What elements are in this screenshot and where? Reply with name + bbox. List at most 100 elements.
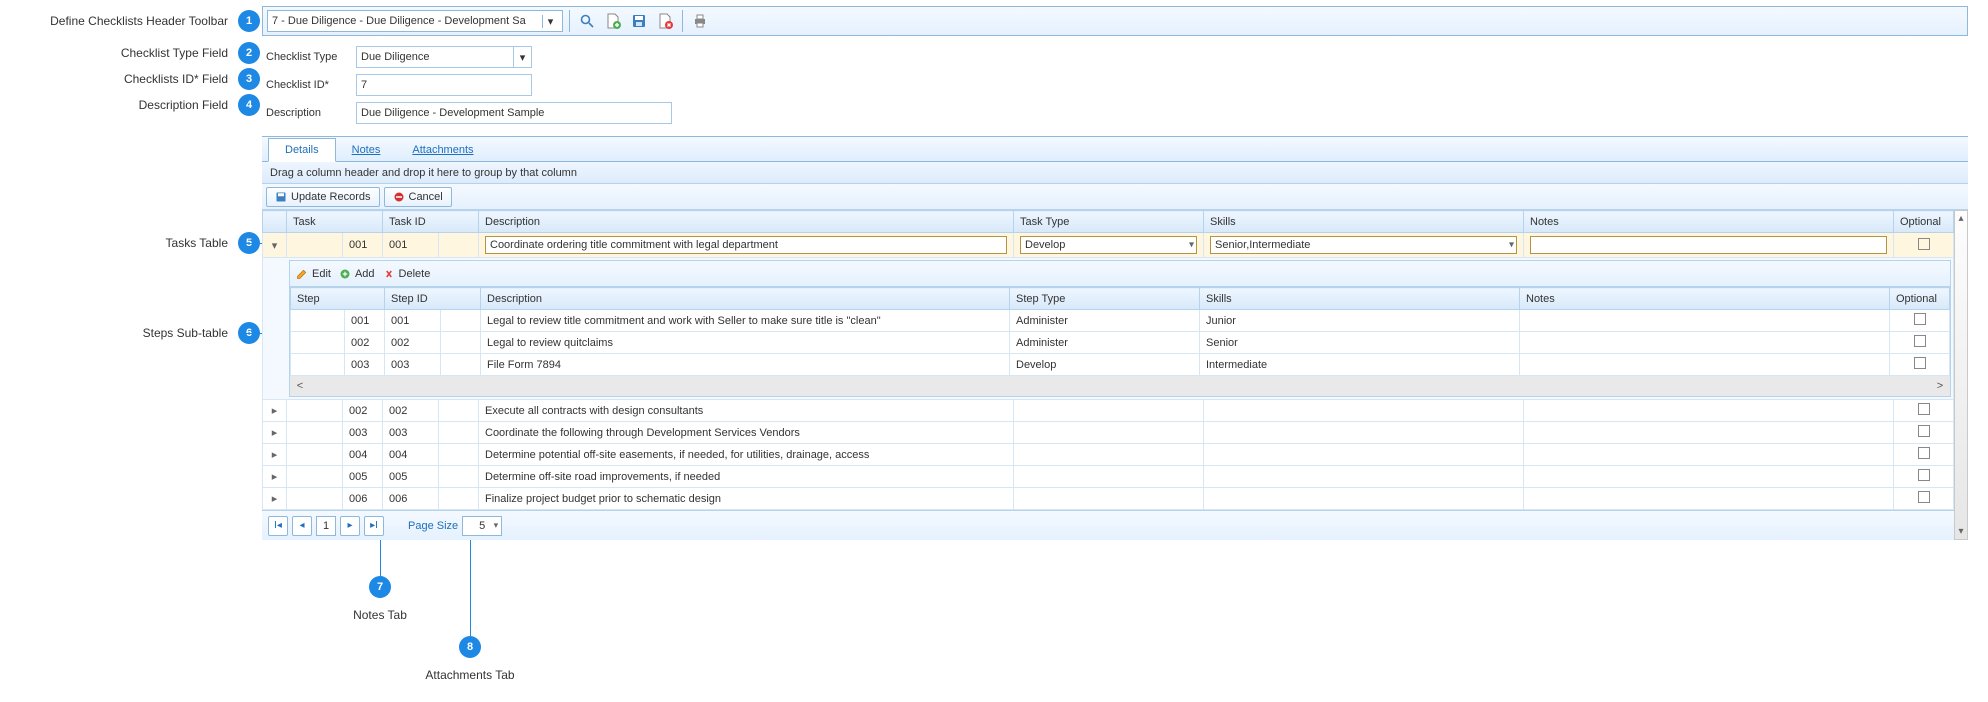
page-size-select[interactable]: 5▾ bbox=[462, 516, 502, 536]
col-skills[interactable]: Skills bbox=[1204, 211, 1524, 233]
group-by-hint[interactable]: Drag a column header and drop it here to… bbox=[262, 162, 1968, 184]
task-description-input[interactable]: Coordinate ordering title commitment wit… bbox=[485, 236, 1007, 254]
dropdown-icon[interactable]: ▾ bbox=[1509, 240, 1514, 251]
update-records-button[interactable]: Update Records bbox=[266, 187, 380, 207]
scroll-up-icon[interactable]: ▴ bbox=[1958, 211, 1963, 226]
pager-last[interactable]: ▸I bbox=[364, 516, 384, 536]
steps-table: Step Step ID Description Step Type Skill… bbox=[290, 287, 1950, 376]
callout-4: Description Field4 bbox=[0, 94, 260, 116]
task-type-combo[interactable]: Develop▾ bbox=[1020, 236, 1197, 254]
optional-checkbox[interactable] bbox=[1914, 357, 1926, 369]
record-selector[interactable]: 7 - Due Diligence - Due Diligence - Deve… bbox=[267, 10, 563, 32]
steps-subtable: Edit Add Delete bbox=[289, 260, 1951, 397]
col-step-notes[interactable]: Notes bbox=[1520, 288, 1890, 310]
task-row[interactable]: ▸003003Coordinate the following through … bbox=[263, 422, 1954, 444]
pager-current[interactable]: 1 bbox=[316, 516, 336, 536]
steps-header-row: Step Step ID Description Step Type Skill… bbox=[291, 288, 1950, 310]
page-size-label: Page Size bbox=[408, 520, 458, 532]
expand-icon[interactable]: ▸ bbox=[263, 422, 287, 444]
pager-prev[interactable]: ◂ bbox=[292, 516, 312, 536]
record-selector-text: 7 - Due Diligence - Due Diligence - Deve… bbox=[272, 15, 542, 27]
scroll-right-icon[interactable]: > bbox=[1930, 380, 1950, 392]
toolbar-divider bbox=[682, 10, 683, 32]
col-expand[interactable] bbox=[263, 211, 287, 233]
description-field[interactable]: Due Diligence - Development Sample bbox=[356, 102, 672, 124]
col-step-id[interactable]: Step ID bbox=[385, 288, 481, 310]
description-value: Due Diligence - Development Sample bbox=[361, 107, 544, 119]
col-notes[interactable]: Notes bbox=[1524, 211, 1894, 233]
col-step-description[interactable]: Description bbox=[481, 288, 1010, 310]
task-row[interactable]: ▸002002Execute all contracts with design… bbox=[263, 400, 1954, 422]
callout-6: Steps Sub-table6 bbox=[0, 322, 260, 344]
scroll-left-icon[interactable]: < bbox=[290, 380, 310, 392]
step-row[interactable]: 003003File Form 7894DevelopIntermediate bbox=[291, 354, 1950, 376]
delete-icon[interactable] bbox=[654, 10, 676, 32]
optional-checkbox[interactable] bbox=[1918, 238, 1930, 250]
dropdown-icon[interactable]: ▾ bbox=[542, 15, 558, 28]
col-task-id[interactable]: Task ID bbox=[383, 211, 479, 233]
collapse-icon[interactable]: ▾ bbox=[263, 233, 287, 258]
pager-first[interactable]: I◂ bbox=[268, 516, 288, 536]
tab-details[interactable]: Details bbox=[268, 138, 336, 162]
step-row[interactable]: 002002Legal to review quitclaimsAdminist… bbox=[291, 332, 1950, 354]
tabstrip: Details Notes Attachments bbox=[262, 136, 1968, 162]
task-row[interactable]: ▸004004Determine potential off-site ease… bbox=[263, 444, 1954, 466]
header-toolbar: 7 - Due Diligence - Due Diligence - Deve… bbox=[262, 6, 1968, 36]
col-task[interactable]: Task bbox=[287, 211, 383, 233]
tab-notes[interactable]: Notes bbox=[336, 139, 397, 161]
header-form: Checklist Type Due Diligence ▾ Checklist… bbox=[262, 36, 1968, 136]
optional-checkbox[interactable] bbox=[1918, 403, 1930, 415]
optional-checkbox[interactable] bbox=[1918, 447, 1930, 459]
vertical-scrollbar[interactable]: ▴ ▾ bbox=[1954, 210, 1968, 540]
dropdown-icon[interactable]: ▾ bbox=[513, 47, 531, 67]
delete-button[interactable]: Delete bbox=[383, 268, 431, 280]
checklist-type-value: Due Diligence bbox=[361, 51, 429, 63]
checklist-type-label: Checklist Type bbox=[266, 51, 356, 63]
col-step[interactable]: Step bbox=[291, 288, 385, 310]
scroll-down-icon[interactable]: ▾ bbox=[1958, 524, 1963, 539]
expand-icon[interactable]: ▸ bbox=[263, 488, 287, 510]
expand-icon[interactable]: ▸ bbox=[263, 466, 287, 488]
print-icon[interactable] bbox=[689, 10, 711, 32]
checklist-type-field[interactable]: Due Diligence ▾ bbox=[356, 46, 532, 68]
optional-checkbox[interactable] bbox=[1918, 469, 1930, 481]
task-notes-input[interactable] bbox=[1530, 236, 1887, 254]
task-row-editing[interactable]: ▾ 001 001 Coordinate ordering title comm… bbox=[263, 233, 1954, 258]
save-icon[interactable] bbox=[628, 10, 650, 32]
expand-icon[interactable]: ▸ bbox=[263, 444, 287, 466]
col-step-optional[interactable]: Optional bbox=[1890, 288, 1950, 310]
tasks-header-row: Task Task ID Description Task Type Skill… bbox=[263, 211, 1954, 233]
new-icon[interactable] bbox=[602, 10, 624, 32]
step-row[interactable]: 001001Legal to review title commitment a… bbox=[291, 310, 1950, 332]
sub-scrollbar[interactable]: < > bbox=[290, 376, 1950, 396]
search-icon[interactable] bbox=[576, 10, 598, 32]
callout-8: 8Attachments Tab bbox=[400, 636, 540, 682]
callout-1: Define Checklists Header Toolbar1 bbox=[0, 10, 260, 32]
dropdown-icon[interactable]: ▾ bbox=[1189, 240, 1194, 251]
edit-button[interactable]: Edit bbox=[296, 268, 331, 280]
toolbar-divider bbox=[569, 10, 570, 32]
task-row[interactable]: ▸005005Determine off-site road improveme… bbox=[263, 466, 1954, 488]
col-optional[interactable]: Optional bbox=[1894, 211, 1954, 233]
task-row[interactable]: ▸006006Finalize project budget prior to … bbox=[263, 488, 1954, 510]
dropdown-icon[interactable]: ▾ bbox=[494, 520, 499, 531]
col-description[interactable]: Description bbox=[479, 211, 1014, 233]
optional-checkbox[interactable] bbox=[1918, 425, 1930, 437]
checklist-id-field[interactable]: 7 bbox=[356, 74, 532, 96]
optional-checkbox[interactable] bbox=[1914, 313, 1926, 325]
add-button[interactable]: Add bbox=[339, 268, 375, 280]
optional-checkbox[interactable] bbox=[1914, 335, 1926, 347]
col-step-skills[interactable]: Skills bbox=[1200, 288, 1520, 310]
col-step-type[interactable]: Step Type bbox=[1010, 288, 1200, 310]
task-skills-combo[interactable]: Senior,Intermediate▾ bbox=[1210, 236, 1517, 254]
tab-attachments[interactable]: Attachments bbox=[396, 139, 489, 161]
optional-checkbox[interactable] bbox=[1918, 491, 1930, 503]
callout-3: Checklists ID* Field3 bbox=[0, 68, 260, 90]
pager: I◂ ◂ 1 ▸ ▸I Page Size 5▾ bbox=[262, 510, 1954, 540]
cancel-button[interactable]: Cancel bbox=[384, 187, 452, 207]
pager-next[interactable]: ▸ bbox=[340, 516, 360, 536]
col-task-type[interactable]: Task Type bbox=[1014, 211, 1204, 233]
expand-icon[interactable]: ▸ bbox=[263, 400, 287, 422]
description-label: Description bbox=[266, 107, 356, 119]
tasks-table: Task Task ID Description Task Type Skill… bbox=[262, 210, 1954, 510]
